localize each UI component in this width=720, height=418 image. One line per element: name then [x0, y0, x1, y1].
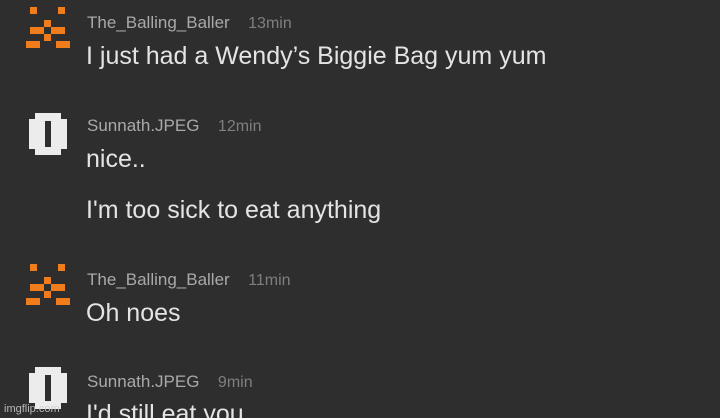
message-header: Sunnath.JPEG 9min	[87, 373, 253, 391]
timestamp: 9min	[217, 374, 253, 391]
white-pixel-block-icon[interactable]	[26, 113, 70, 157]
chat-feed: The_Balling_Baller 13min I just had a We…	[0, 0, 720, 418]
message-text: I'd still eat you	[86, 400, 244, 418]
message-text: nice..	[86, 145, 146, 173]
timestamp: 11min	[248, 272, 291, 289]
username[interactable]: Sunnath.JPEG	[87, 372, 199, 391]
username[interactable]: Sunnath.JPEG	[87, 116, 199, 135]
message-text: Oh noes	[86, 299, 181, 327]
message-header: Sunnath.JPEG 12min	[87, 117, 262, 135]
message-header: The_Balling_Baller 13min	[87, 14, 292, 32]
watermark: imgflip.com	[4, 403, 60, 415]
orange-pixel-face-icon[interactable]	[26, 6, 70, 50]
message-text: I'm too sick to eat anything	[86, 196, 382, 224]
message-text: I just had a Wendy’s Biggie Bag yum yum	[86, 42, 547, 70]
message-header: The_Balling_Baller 11min	[87, 271, 291, 289]
username[interactable]: The_Balling_Baller	[87, 270, 230, 289]
timestamp: 13min	[248, 15, 292, 32]
username[interactable]: The_Balling_Baller	[87, 13, 230, 32]
orange-pixel-face-icon[interactable]	[26, 263, 70, 307]
timestamp: 12min	[217, 118, 262, 135]
